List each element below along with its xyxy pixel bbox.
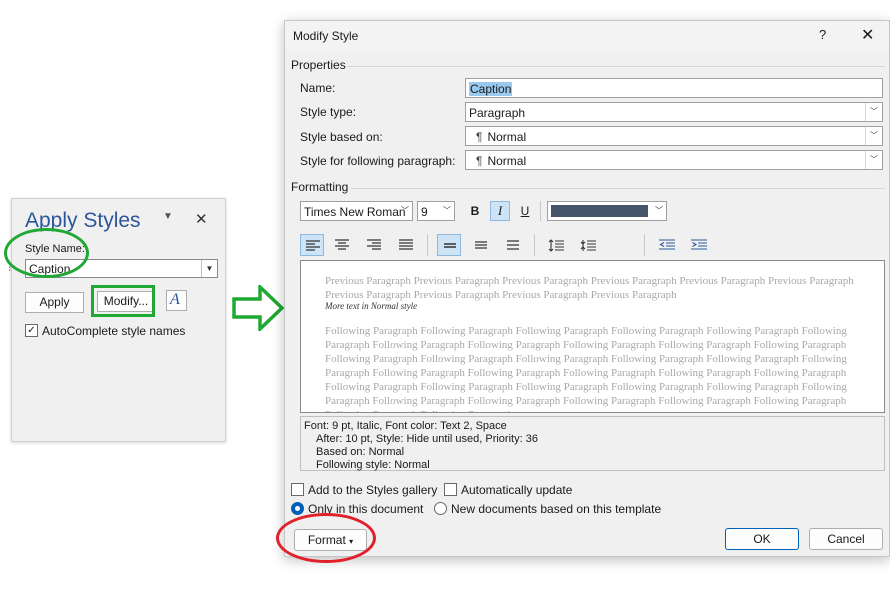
style-based-on-value[interactable]: ¶ Normal: [476, 130, 526, 144]
chevron-down-icon[interactable]: ﹀: [865, 103, 882, 121]
decrease-spacing-icon: [580, 240, 596, 251]
name-label: Name:: [300, 81, 336, 95]
close-icon[interactable]: ✕: [195, 210, 208, 228]
font-color-swatch: [551, 205, 648, 217]
bold-button[interactable]: B: [465, 201, 485, 221]
autocomplete-checkbox[interactable]: ✓: [25, 324, 38, 337]
one-half-spacing-icon: [475, 241, 487, 249]
single-spacing-button[interactable]: [437, 234, 461, 256]
automatically-update-label: Automatically update: [461, 483, 573, 497]
align-center-button[interactable]: [330, 234, 354, 256]
increase-indent-icon: [691, 239, 707, 250]
formatting-section-label: Formatting: [291, 180, 349, 194]
font-name-value[interactable]: Times New Roman: [304, 205, 406, 219]
description-line: Font: 9 pt, Italic, Font color: Text 2, …: [304, 420, 507, 432]
new-documents-label: New documents based on this template: [451, 502, 662, 516]
ok-button[interactable]: OK: [725, 528, 799, 550]
style-type-value[interactable]: Paragraph: [469, 106, 525, 120]
preview-sample-text: More text in Normal style: [325, 301, 418, 311]
font-name-combo[interactable]: Times New Roman ﹀: [300, 201, 413, 221]
styles-pane-button[interactable]: A: [166, 290, 187, 311]
style-description: Font: 9 pt, Italic, Font color: Text 2, …: [300, 416, 885, 471]
description-line: After: 10 pt, Style: Hide until used, Pr…: [316, 433, 538, 445]
align-right-button[interactable]: [362, 234, 386, 256]
dropdown-arrow-icon[interactable]: ▼: [201, 260, 217, 277]
decrease-indent-button[interactable]: [654, 234, 678, 256]
dialog-close-button[interactable]: ✕: [861, 25, 874, 45]
style-type-select[interactable]: Paragraph ﹀: [465, 102, 883, 122]
style-based-on-text: Normal: [487, 130, 527, 144]
align-left-icon: [306, 240, 320, 251]
only-this-document-radio[interactable]: [291, 502, 304, 515]
align-center-icon: [335, 239, 349, 250]
style-based-on-select[interactable]: ¶ Normal ﹀: [465, 126, 883, 146]
annotation-green-rectangle: [91, 285, 155, 317]
chevron-down-icon[interactable]: ﹀: [398, 202, 412, 220]
chevron-down-icon[interactable]: ﹀: [865, 127, 882, 145]
following-style-text: Normal: [487, 154, 527, 168]
font-size-value[interactable]: 9: [421, 205, 428, 219]
increase-paragraph-spacing-button[interactable]: [543, 234, 567, 256]
toolbar-separator: [540, 201, 541, 221]
justify-icon: [399, 239, 413, 250]
single-spacing-icon: [444, 243, 456, 248]
cancel-button[interactable]: Cancel: [809, 528, 883, 550]
autocomplete-label: AutoComplete style names: [42, 324, 186, 338]
description-line: Based on: Normal: [316, 446, 405, 458]
font-color-combo[interactable]: ﹀: [547, 201, 667, 221]
style-type-label: Style type:: [300, 105, 357, 119]
double-spacing-button[interactable]: [501, 234, 525, 256]
properties-divider: [347, 66, 885, 67]
apply-button[interactable]: Apply: [25, 292, 84, 313]
new-documents-radio[interactable]: [434, 502, 447, 515]
dialog-title: Modify Style: [293, 29, 359, 43]
dialog-titlebar: Modify Style ? ✕: [285, 21, 889, 51]
panel-options-chevron-icon[interactable]: ▼: [163, 211, 173, 222]
font-size-combo[interactable]: 9 ﹀: [417, 201, 455, 221]
preview-following-paragraph: Following Paragraph Following Paragraph …: [325, 325, 847, 412]
justify-button[interactable]: [394, 234, 418, 256]
add-to-gallery-checkbox[interactable]: [291, 483, 304, 496]
italic-button[interactable]: I: [490, 201, 510, 221]
following-style-value[interactable]: ¶ Normal: [476, 154, 526, 168]
align-right-icon: [367, 239, 381, 250]
add-to-gallery-label: Add to the Styles gallery: [308, 483, 438, 497]
toolbar-separator: [427, 234, 428, 256]
automatically-update-checkbox[interactable]: [444, 483, 457, 496]
formatting-divider: [351, 188, 885, 189]
align-left-button[interactable]: [300, 234, 324, 256]
style-based-on-label: Style based on:: [300, 130, 383, 144]
double-spacing-icon: [507, 240, 519, 250]
paragraph-mark-icon: ¶: [476, 130, 483, 144]
decrease-indent-icon: [659, 239, 675, 250]
following-style-select[interactable]: ¶ Normal ﹀: [465, 150, 883, 170]
underline-button[interactable]: U: [515, 201, 535, 221]
styles-pane-icon: A: [170, 291, 180, 308]
chevron-down-icon[interactable]: ﹀: [865, 151, 882, 169]
one-half-spacing-button[interactable]: [469, 234, 493, 256]
properties-section-label: Properties: [291, 58, 346, 72]
paragraph-mark-icon: ¶: [476, 154, 483, 168]
annotation-green-ellipse: [4, 228, 89, 278]
toolbar-separator: [534, 234, 535, 256]
following-style-label: Style for following paragraph:: [300, 154, 456, 168]
chevron-down-icon[interactable]: ﹀: [440, 202, 454, 220]
decrease-paragraph-spacing-button[interactable]: [575, 234, 599, 256]
increase-indent-button[interactable]: [686, 234, 710, 256]
name-field[interactable]: Caption: [465, 78, 883, 98]
chevron-down-icon[interactable]: ﹀: [652, 202, 666, 220]
help-button[interactable]: ?: [819, 27, 826, 42]
description-line: Following style: Normal: [316, 459, 430, 471]
modify-style-dialog: Modify Style ? ✕ Properties Name: Captio…: [284, 20, 890, 557]
name-field-value[interactable]: Caption: [469, 82, 513, 96]
preview-previous-paragraph: Previous Paragraph Previous Paragraph Pr…: [325, 275, 854, 301]
increase-spacing-icon: [548, 239, 564, 252]
toolbar-separator: [644, 234, 645, 256]
annotation-green-arrow-icon: [232, 285, 284, 331]
style-preview: Previous Paragraph Previous Paragraph Pr…: [300, 260, 885, 413]
annotation-red-ellipse: [276, 513, 376, 563]
